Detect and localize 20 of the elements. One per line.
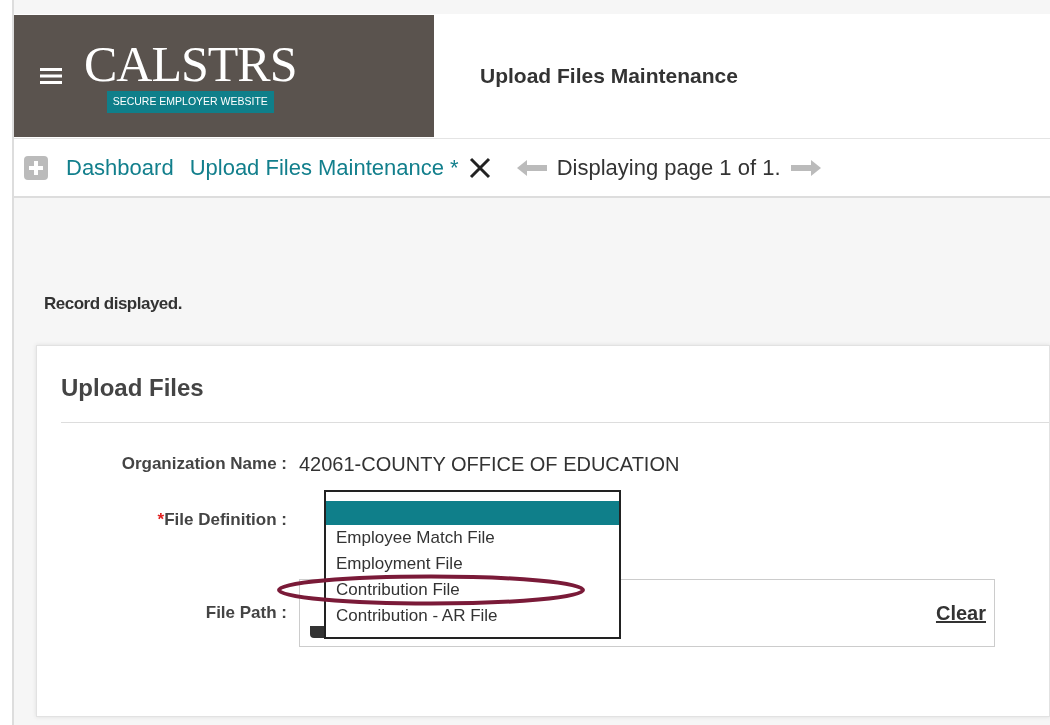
dropdown-option[interactable]: Contribution - AR File bbox=[326, 602, 619, 629]
breadcrumb-link[interactable]: Upload Files Maintenance * bbox=[189, 151, 459, 184]
page-title: Upload Files Maintenance bbox=[480, 63, 738, 90]
field-label: File Path : bbox=[204, 601, 288, 624]
field-value: 42061-COUNTY OFFICE OF EDUCATION bbox=[299, 451, 680, 477]
dropdown-option[interactable]: Employment File bbox=[326, 550, 619, 577]
dropdown-option[interactable] bbox=[326, 500, 619, 525]
panel-title: Upload Files bbox=[61, 372, 205, 403]
dropdown-option[interactable]: Contribution File bbox=[326, 576, 619, 603]
logo-text: CALSTRS bbox=[84, 39, 297, 90]
dropdown-option[interactable]: Employee Match File bbox=[326, 524, 619, 551]
logo-tagline: SECURE EMPLOYER WEBSITE bbox=[106, 91, 274, 113]
clear-link[interactable]: Clear bbox=[935, 597, 986, 628]
status-message: Record displayed. bbox=[44, 293, 183, 315]
field-label: Organization Name : bbox=[120, 452, 288, 475]
menu-icon[interactable] bbox=[40, 68, 62, 84]
close-icon[interactable] bbox=[468, 156, 491, 179]
field-label: *File Definition : bbox=[156, 508, 288, 531]
breadcrumb-link[interactable]: Dashboard bbox=[66, 151, 174, 184]
pager-text[interactable]: Displaying page 1 of 1. bbox=[556, 151, 781, 184]
